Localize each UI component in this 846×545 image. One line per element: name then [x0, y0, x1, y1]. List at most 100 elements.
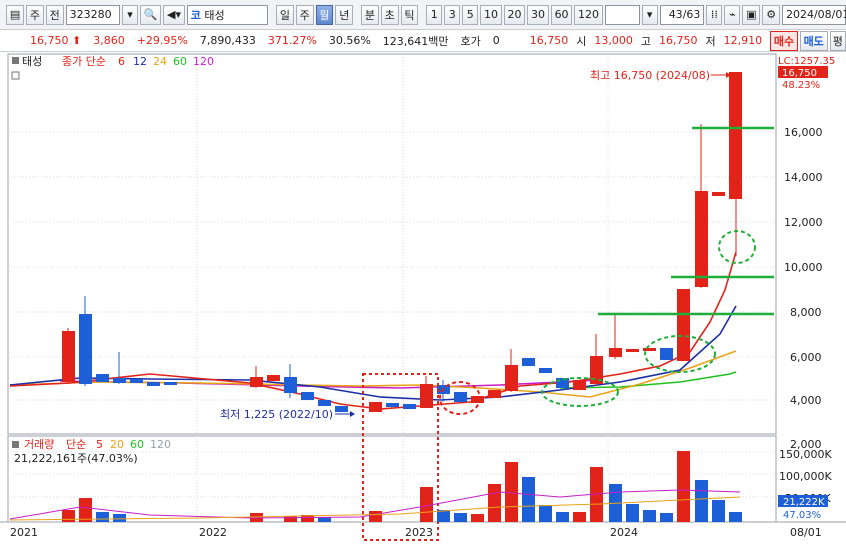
ma-120: 120	[193, 55, 214, 68]
volume-bar	[556, 512, 569, 522]
vol-y-tick: 150,000K	[779, 448, 832, 461]
stock-name-field[interactable]: 코 태성	[186, 4, 269, 25]
vol-ma-20: 20	[110, 438, 124, 451]
interval-20[interactable]: 20	[503, 4, 526, 25]
vol-last-pct: 47.03%	[783, 510, 821, 521]
candle	[677, 289, 690, 361]
y-tick: 6,000	[790, 351, 822, 364]
volume-bar	[626, 504, 639, 522]
search-icon[interactable]: 🔍	[139, 4, 162, 25]
volume-bar	[454, 513, 467, 522]
quote-bar: 16,750 ⬆ 3,860 +29.95% 7,890,433 371.27%…	[0, 30, 846, 52]
volume-bar	[284, 516, 297, 522]
interval-1[interactable]: 1	[426, 4, 443, 25]
candle	[130, 379, 143, 383]
layout-icon[interactable]: ▤	[6, 4, 25, 25]
x-label: 08/01	[790, 526, 822, 539]
gear-icon[interactable]: ⚙	[762, 4, 780, 25]
candle	[471, 396, 484, 403]
x-label: 2023	[405, 526, 433, 539]
vol-y-tick: 100,000K	[779, 470, 832, 483]
candle	[62, 328, 75, 384]
y-tick: 10,000	[784, 261, 823, 274]
volume-ma-label: 단순	[66, 438, 86, 451]
date-input[interactable]: 2024/08/01	[781, 4, 846, 25]
y-tick: 12,000	[784, 216, 823, 229]
high-annotation: 최고 16,750 (2024/08)	[590, 69, 710, 82]
vol-ma-5: 5	[96, 438, 103, 451]
candle	[660, 348, 673, 360]
interval-10[interactable]: 10	[480, 4, 502, 25]
candle	[318, 400, 331, 406]
hoga-value: 0	[492, 34, 500, 47]
ma-24: 24	[153, 55, 167, 68]
save-icon[interactable]: ▣	[742, 4, 761, 25]
volume: 7,890,433	[199, 34, 256, 47]
candle	[539, 368, 552, 373]
interval-60[interactable]: 60	[550, 4, 573, 25]
stock-code-input[interactable]: 323280	[65, 4, 120, 25]
candle	[712, 192, 725, 196]
low-price: 12,910	[723, 34, 763, 47]
volume-bar	[96, 512, 109, 522]
ma-label: 종가 단순	[62, 55, 106, 68]
candle	[335, 406, 348, 412]
vol-last-tag: 21,222K	[783, 497, 825, 508]
interval-3[interactable]: 3	[444, 4, 461, 25]
current-price: 16,750 ⬆	[30, 34, 82, 47]
interval-tick[interactable]: 틱	[400, 4, 419, 25]
volume-text: 21,222,161주(47.03%)	[14, 452, 138, 465]
page-counter[interactable]: 43/63	[659, 4, 705, 25]
candle	[643, 348, 656, 351]
volume-bar	[660, 513, 673, 522]
panel-title: 태성	[22, 55, 42, 68]
buy-button[interactable]: 매수	[770, 30, 798, 51]
interval-30[interactable]: 30	[527, 4, 549, 25]
low-label: 저	[705, 34, 716, 48]
period-month[interactable]: 월	[315, 4, 334, 25]
volume-menu-icon[interactable]	[12, 441, 19, 448]
candle	[522, 358, 535, 366]
volume-bar	[695, 480, 708, 522]
vol-ma-60: 60	[130, 438, 144, 451]
interval-120[interactable]: 120	[574, 4, 603, 25]
trade-amount: 123,641백만	[382, 34, 449, 48]
volume-bar	[539, 505, 552, 522]
volume-bar	[643, 510, 656, 522]
volume-bar	[437, 510, 450, 522]
interval-5[interactable]: 5	[462, 4, 479, 25]
current-price-2: 16,750	[529, 34, 569, 47]
high-label: 고	[640, 34, 652, 48]
custom-interval-input[interactable]	[604, 4, 640, 25]
period-week[interactable]: 주	[295, 4, 314, 25]
price-y-axis: 16,000 14,000 12,000 10,000 8,000 6,000 …	[784, 126, 823, 451]
period-day[interactable]: 일	[276, 4, 294, 25]
grid-icon[interactable]: ⁞⁞	[706, 4, 723, 25]
speaker-icon[interactable]: ◀▾	[163, 4, 185, 25]
x-label: 2024	[610, 526, 638, 539]
panel-menu-icon[interactable]	[12, 57, 19, 64]
hoga-label: 호가	[460, 34, 481, 48]
period-year[interactable]: 년	[335, 4, 354, 25]
interval-minute[interactable]: 분	[361, 4, 379, 25]
dropdown-icon[interactable]: ▾	[641, 4, 658, 25]
interval-second[interactable]: 초	[380, 4, 399, 25]
open-price: 13,000	[594, 34, 633, 47]
page-number: 43	[668, 8, 683, 21]
draw-icon[interactable]: ⌁	[724, 4, 741, 25]
chart-area[interactable]: 16,000 14,000 12,000 10,000 8,000 6,000 …	[0, 52, 846, 542]
market-select[interactable]: 주	[26, 4, 44, 25]
high-price: 16,750	[659, 34, 698, 47]
eval-button[interactable]: 평	[829, 30, 846, 51]
sell-button[interactable]: 매도	[799, 30, 828, 51]
candle	[96, 374, 109, 382]
stock-name: 태성	[204, 8, 225, 22]
candle	[369, 402, 382, 412]
candle	[573, 380, 586, 390]
dropdown-icon[interactable]: ▾	[121, 4, 138, 25]
volume-bar	[505, 462, 518, 522]
open-label: 시	[576, 34, 587, 48]
volume-bar	[677, 451, 690, 522]
prev-button[interactable]: 전	[45, 4, 64, 25]
x-label: 2022	[199, 526, 227, 539]
